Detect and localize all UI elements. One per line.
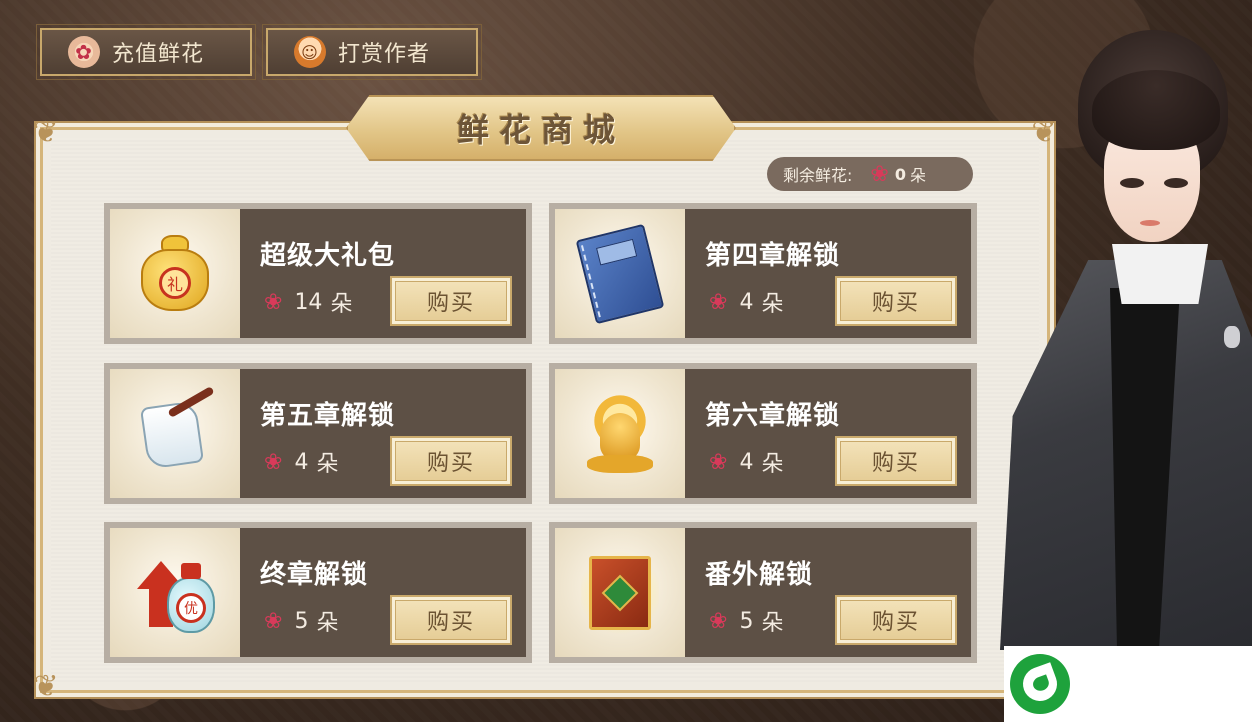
- gift-bag-seal: 礼: [159, 266, 191, 299]
- item-price-unit: 朵: [761, 452, 784, 477]
- item-price-unit: 朵: [761, 611, 784, 636]
- item-thumbnail: 优: [110, 528, 240, 657]
- item-name: 第六章解锁: [705, 401, 841, 431]
- corner-ornament-icon: ❦: [33, 669, 59, 704]
- rose-icon: ❀: [870, 161, 889, 187]
- item-price: ❀ 5 朵: [709, 605, 783, 637]
- rose-icon: ❀: [709, 608, 728, 634]
- item-name: 超级大礼包: [260, 241, 396, 271]
- buy-button[interactable]: 购买: [835, 436, 957, 486]
- remaining-flowers-unit: 朵: [909, 166, 926, 185]
- item-price: ❀ 4 朵: [709, 286, 783, 318]
- item-thumbnail: [555, 528, 685, 657]
- item-thumbnail: [110, 369, 240, 498]
- item-price-value: 4: [739, 289, 754, 315]
- remaining-flowers-label: 剩余鲜花:: [783, 166, 853, 185]
- remaining-flowers-count: 0: [894, 164, 906, 184]
- item-name: 终章解锁: [260, 560, 369, 590]
- rose-icon: ❀: [709, 449, 728, 475]
- leaf-logo-icon: [1010, 654, 1070, 714]
- item-price-value: 4: [294, 449, 309, 475]
- item-price: ❀ 4 朵: [264, 446, 338, 478]
- item-price: ❀ 14 朵: [264, 286, 352, 318]
- shop-item-card: 第六章解锁 ❀ 4 朵 购买: [549, 363, 977, 504]
- shop-item-card: 优 终章解锁 ❀ 5 朵 购买: [104, 522, 532, 663]
- item-price-value: 5: [739, 608, 754, 634]
- shop-title-plate: 鲜花商城: [346, 95, 736, 161]
- item-price-unit: 朵: [316, 611, 339, 636]
- character-illustration: [1000, 30, 1252, 650]
- rose-icon: ❀: [709, 289, 728, 315]
- remaining-flowers-badge: 剩余鲜花: ❀ 0 朵: [767, 157, 973, 191]
- item-name: 番外解锁: [705, 560, 814, 590]
- rose-icon: ❀: [264, 608, 283, 634]
- item-price: ❀ 5 朵: [264, 605, 338, 637]
- item-price-unit: 朵: [761, 292, 784, 317]
- potion-arrow-icon: 优: [133, 551, 217, 635]
- shop-item-card: 番外解锁 ❀ 5 朵 购买: [549, 522, 977, 663]
- item-name: 第五章解锁: [260, 401, 396, 431]
- item-price-unit: 朵: [316, 452, 339, 477]
- rose-icon: ❀: [264, 449, 283, 475]
- corner-ornament-icon: ❦: [33, 115, 59, 150]
- item-price-unit: 朵: [330, 292, 353, 317]
- recharge-flowers-label: 充值鲜花: [112, 42, 205, 67]
- buy-button[interactable]: 购买: [390, 595, 512, 645]
- shop-item-card: 第四章解锁 ❀ 4 朵 购买: [549, 203, 977, 344]
- item-price-value: 4: [739, 449, 754, 475]
- tip-author-button[interactable]: ☺ 打赏作者: [262, 24, 482, 80]
- item-thumbnail: [555, 209, 685, 338]
- item-name: 第四章解锁: [705, 241, 841, 271]
- rose-icon: ❀: [264, 289, 283, 315]
- buy-button[interactable]: 购买: [835, 595, 957, 645]
- tip-author-label: 打赏作者: [338, 42, 431, 67]
- item-price: ❀ 4 朵: [709, 446, 783, 478]
- scroll-brush-icon: [132, 385, 218, 474]
- buy-button[interactable]: 购买: [835, 276, 957, 326]
- item-price-value: 5: [294, 608, 309, 634]
- blue-book-icon: [575, 223, 665, 324]
- potion-seal: 优: [176, 592, 206, 623]
- shop-item-card: 礼 超级大礼包 ❀ 14 朵 购买: [104, 203, 532, 344]
- shop-title: 鲜花商城: [456, 111, 625, 149]
- item-price-value: 14: [294, 289, 323, 315]
- golden-buddha-icon: [583, 390, 657, 477]
- buy-button[interactable]: 购买: [390, 436, 512, 486]
- gift-bag-icon: 礼: [139, 234, 211, 313]
- rose-icon: ✿: [68, 36, 100, 68]
- recharge-flowers-button[interactable]: ✿ 充值鲜花: [36, 24, 256, 80]
- author-avatar-icon: ☺: [294, 36, 326, 68]
- item-thumbnail: [555, 369, 685, 498]
- shop-item-card: 第五章解锁 ❀ 4 朵 购买: [104, 363, 532, 504]
- watermark-logo: [1004, 646, 1252, 722]
- item-thumbnail: 礼: [110, 209, 240, 338]
- buy-button[interactable]: 购买: [390, 276, 512, 326]
- red-book-icon: [581, 547, 659, 638]
